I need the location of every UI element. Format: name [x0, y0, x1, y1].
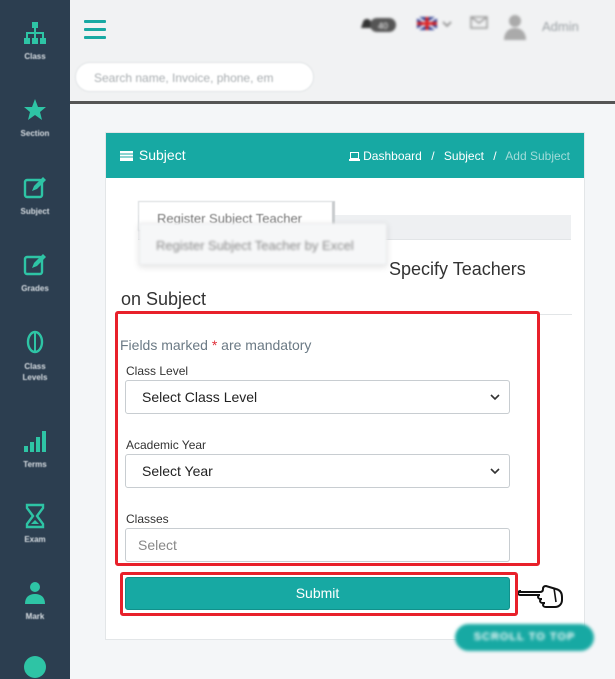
mandatory-note: Fields marked * are mandatory — [120, 337, 311, 353]
academic-year-select[interactable]: Select Year — [125, 454, 510, 488]
sidebar-item-terms[interactable]: Terms — [0, 428, 70, 469]
check-circle-icon — [24, 656, 46, 678]
user-name[interactable]: Admin — [542, 19, 579, 34]
sidebar-item-mark[interactable]: Mark — [0, 580, 70, 621]
sidebar-item-label: Exam — [24, 535, 46, 544]
sidebar-item-label: Mark — [25, 612, 45, 621]
scroll-to-top-button[interactable]: SCROLL TO TOP — [455, 624, 594, 651]
menu-icon[interactable] — [84, 20, 106, 39]
sidebar-item-subject[interactable]: Subject — [0, 175, 70, 216]
submit-button[interactable]: Submit — [125, 577, 510, 610]
pointing-hand-icon — [518, 584, 563, 608]
sidebar-item-label: Class — [24, 52, 46, 61]
sidebar: Class Section Subject Grades Class Level… — [0, 0, 70, 679]
edit-icon — [23, 177, 46, 199]
breadcrumb-separator: / — [431, 149, 435, 163]
breadcrumb-current: Add Subject — [505, 149, 570, 163]
page-heading-line2: on Subject — [121, 289, 207, 309]
card-title-text: Subject — [138, 147, 186, 163]
classes-input[interactable]: Select — [125, 528, 510, 562]
academic-year-value: Select Year — [142, 463, 213, 479]
mail-icon[interactable] — [470, 14, 488, 30]
academic-year-label: Academic Year — [126, 438, 207, 452]
sidebar-item-label: Subject — [20, 207, 50, 216]
sidebar-item-label: Grades — [21, 284, 49, 293]
sidebar-item-label: Terms — [23, 460, 47, 469]
notification-count: 40 — [378, 21, 388, 31]
page-heading-line1: Specify Teachers — [389, 259, 526, 279]
signal-icon — [24, 431, 46, 452]
class-level-value: Select Class Level — [142, 389, 258, 405]
breadcrumb: Dashboard / Subject / Add Subject — [348, 149, 570, 163]
divider — [538, 314, 572, 315]
card-header: Subject Dashboard / Subject / Add Subjec… — [106, 133, 584, 178]
required-star: * — [211, 337, 218, 353]
avatar[interactable] — [502, 13, 528, 41]
breadcrumb-separator: / — [493, 149, 497, 163]
edit-icon — [23, 254, 46, 276]
chevron-down-icon — [490, 468, 500, 475]
mandatory-prefix: Fields marked — [120, 337, 208, 353]
card-title: Subject — [120, 147, 186, 163]
sidebar-item-grades[interactable]: Grades — [0, 252, 70, 293]
sidebar-item-section[interactable]: Section — [0, 97, 70, 138]
top-bar: Search name, Invoice, phone, em 40 Admin — [70, 0, 615, 104]
sidebar-item-class-levels[interactable]: Class Levels — [0, 329, 70, 383]
star-icon — [24, 99, 46, 120]
chevron-down-icon — [490, 394, 500, 401]
sidebar-item-label: Class Levels — [22, 362, 48, 382]
classes-label: Classes — [126, 512, 169, 526]
sidebar-item-exam[interactable]: Exam — [0, 503, 70, 544]
sidebar-item-label: Section — [20, 129, 50, 138]
laptop-icon — [348, 152, 360, 161]
breadcrumb-dashboard[interactable]: Dashboard — [363, 149, 422, 163]
notification-icon[interactable]: 40 — [358, 14, 398, 36]
user-tie-icon — [25, 582, 45, 604]
sidebar-item-more[interactable] — [0, 654, 70, 679]
mandatory-suffix: are mandatory — [221, 337, 312, 353]
search-input[interactable]: Search name, Invoice, phone, em — [75, 62, 314, 92]
sidebar-item-class[interactable]: Class — [0, 20, 70, 61]
book-icon — [120, 151, 133, 161]
dollar-icon — [26, 330, 44, 354]
sitemap-icon — [24, 22, 46, 44]
breadcrumb-subject[interactable]: Subject — [444, 149, 484, 163]
class-level-select[interactable]: Select Class Level — [125, 380, 510, 414]
tab-register-by-excel[interactable]: Register Subject Teacher by Excel — [139, 223, 387, 265]
flag-icon[interactable] — [417, 14, 455, 34]
hourglass-icon — [25, 503, 45, 529]
class-level-label: Class Level — [126, 364, 189, 378]
